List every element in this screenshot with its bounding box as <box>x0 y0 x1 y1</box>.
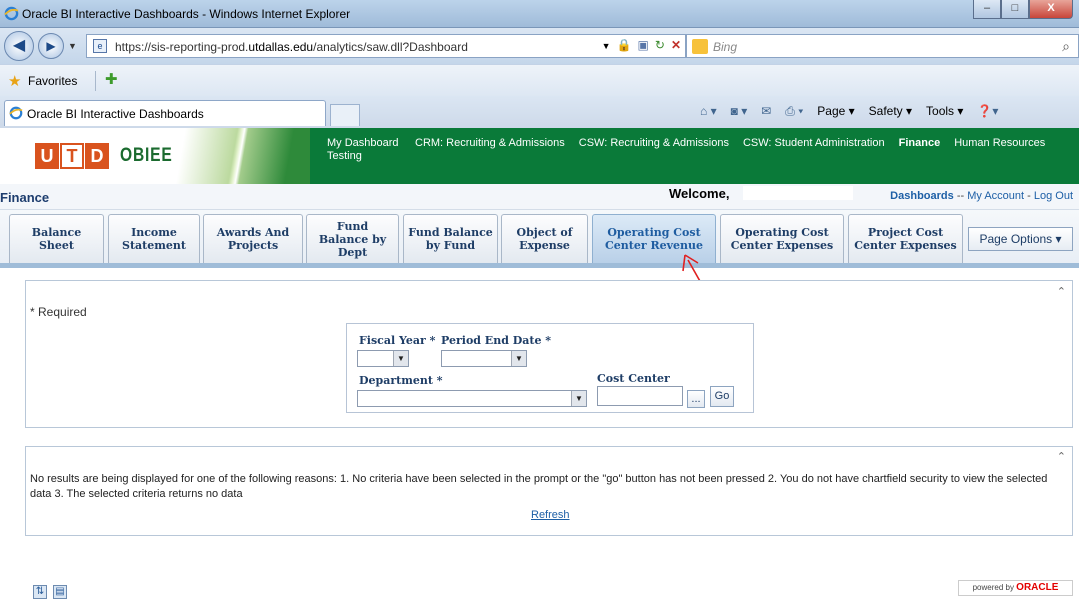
back-icon[interactable]: ◀ <box>4 31 34 61</box>
dashboard-links: My Dashboard Testing CRM: Recruiting & Ad… <box>327 137 1079 163</box>
dashboard-link-2[interactable]: CSW: Recruiting & Admissions <box>579 137 729 163</box>
utd-logo: U T D OBIEE <box>0 128 310 184</box>
fiscal-year-label: Fiscal Year * <box>359 334 436 347</box>
window-title: Oracle BI Interactive Dashboards - Windo… <box>22 7 351 21</box>
powered-by-oracle-logo: powered by ORACLE <box>958 580 1073 596</box>
collapse-icon[interactable]: ⌃ <box>1057 450 1066 463</box>
stop-icon[interactable]: ✕ <box>671 38 681 54</box>
cost-center-input[interactable] <box>597 386 683 406</box>
logo-letter-t: T <box>60 143 84 169</box>
address-bar[interactable]: e https://sis-reporting-prod.utdallas.ed… <box>86 34 686 58</box>
bing-icon <box>692 39 708 54</box>
dashboard-link-1[interactable]: CRM: Recruiting & Admissions <box>415 137 565 163</box>
product-name: OBIEE <box>120 145 173 166</box>
page-tabs: Page Options ▾ Balance Sheet Income State… <box>0 210 1079 268</box>
dashboard-link-5[interactable]: Human Resources <box>954 137 1045 163</box>
favorites-star-icon[interactable]: ★ <box>8 72 21 90</box>
search-box[interactable]: Bing ⌕ <box>686 34 1079 58</box>
favorites-bar: ★ Favorites ✚ <box>0 64 1079 96</box>
dashboard-link-0[interactable]: My Dashboard Testing <box>327 137 401 163</box>
section-title: Finance <box>0 190 50 205</box>
close-window-button[interactable]: X <box>1029 0 1073 19</box>
browse-button[interactable]: ... <box>687 390 705 408</box>
add-favorite-icon[interactable]: ✚ <box>105 70 123 88</box>
search-placeholder: Bing <box>713 40 738 54</box>
chevron-down-icon: ▼ <box>571 391 586 406</box>
forward-icon[interactable]: ▶ <box>38 33 64 59</box>
home-icon[interactable]: ⌂ ▾ <box>700 104 717 119</box>
no-results-message: No results are being displayed for one o… <box>30 473 1048 500</box>
department-label: Department * <box>359 374 443 387</box>
navigation-bar: ◀ ▶ ▼ e https://sis-reporting-prod.utdal… <box>0 28 1079 64</box>
page-tab-7[interactable]: Operating Cost Center Expenses <box>720 214 844 263</box>
lock-icon[interactable]: 🔒 <box>617 38 632 54</box>
logo-letter-u: U <box>35 143 59 169</box>
department-select[interactable]: ▼ <box>357 390 587 407</box>
welcome-text: Welcome, <box>669 186 730 201</box>
cost-center-label: Cost Center <box>597 372 670 385</box>
dashboard-link-3[interactable]: CSW: Student Administration <box>743 137 885 163</box>
ie-icon <box>4 6 19 21</box>
prompt-section: ⌃ * Required Fiscal Year * Period End Da… <box>25 280 1073 428</box>
help-icon[interactable]: ❓▾ <box>977 104 998 119</box>
refresh-page-icon[interactable]: ⇅ <box>33 585 47 599</box>
feeds-icon[interactable]: ◙ ▾ <box>731 104 748 119</box>
dropdown-chevron-icon[interactable]: ▼ <box>602 38 611 54</box>
period-end-date-select[interactable]: ▼ <box>441 350 527 367</box>
page-tab-0[interactable]: Balance Sheet <box>9 214 104 263</box>
page-tab-6[interactable]: Operating Cost Center Revenue <box>592 214 716 263</box>
separator: - <box>1027 190 1031 202</box>
dashboard-subheader: Finance Welcome, Dashboards -- My Accoun… <box>0 184 1079 210</box>
safety-menu[interactable]: Safety ▾ <box>869 104 912 119</box>
chevron-down-icon: ▼ <box>511 351 526 366</box>
recent-pages-chevron-icon[interactable]: ▼ <box>68 41 77 51</box>
fiscal-year-select[interactable]: ▼ <box>357 350 409 367</box>
search-icon[interactable]: ⌕ <box>1062 38 1070 55</box>
maximize-button[interactable]: □ <box>1001 0 1029 19</box>
logo-letter-d: D <box>85 143 109 169</box>
results-section: ⌃ No results are being displayed for one… <box>25 446 1073 536</box>
page-icon: e <box>93 39 107 53</box>
period-end-date-label: Period End Date * <box>441 334 552 347</box>
chevron-down-icon: ▼ <box>393 351 408 366</box>
ie-tab-icon <box>9 106 23 120</box>
page-tab-5[interactable]: Object of Expense <box>501 214 588 263</box>
collapse-icon[interactable]: ⌃ <box>1057 285 1066 298</box>
tools-menu[interactable]: Tools ▾ <box>926 104 963 119</box>
refresh-link[interactable]: Refresh <box>531 509 570 521</box>
dashboards-link[interactable]: Dashboards <box>890 190 954 202</box>
separator: -- <box>956 190 965 202</box>
page-tab-8[interactable]: Project Cost Center Expenses <box>848 214 963 263</box>
page-tab-2[interactable]: Awards And Projects <box>203 214 303 263</box>
command-bar: ⌂ ▾ ◙ ▾ ✉ ⎙ ▾ Page ▾ Safety ▾ Tools ▾ ❓▾ <box>700 104 998 119</box>
dashboard-link-4[interactable]: Finance <box>899 137 941 163</box>
browser-tab-label: Oracle BI Interactive Dashboards <box>27 107 204 121</box>
page-tab-4[interactable]: Fund Balance by Fund <box>403 214 498 263</box>
page-tab-1[interactable]: Income Statement <box>108 214 200 263</box>
print-icon[interactable]: ⎙ ▾ <box>785 104 803 119</box>
mail-icon[interactable]: ✉ <box>761 104 771 119</box>
compatibility-view-icon[interactable]: ▣ <box>638 38 649 54</box>
page-menu[interactable]: Page ▾ <box>817 104 854 119</box>
address-url: https://sis-reporting-prod.utdallas.edu/… <box>115 40 468 54</box>
go-button[interactable]: Go <box>710 386 734 407</box>
window-titlebar: Oracle BI Interactive Dashboards - Windo… <box>0 0 1079 28</box>
required-note: * Required <box>30 305 87 319</box>
favorites-button[interactable]: Favorites <box>28 74 77 88</box>
refresh-icon[interactable]: ↻ <box>655 38 665 54</box>
printable-page-icon[interactable]: ▤ <box>53 585 67 599</box>
page-options-button[interactable]: Page Options ▾ <box>968 227 1073 251</box>
page-tab-3[interactable]: Fund Balance by Dept <box>306 214 399 263</box>
redacted-username <box>743 186 853 200</box>
prompt-box: Fiscal Year * Period End Date * ▼ ▼ Depa… <box>346 323 754 413</box>
my-account-link[interactable]: My Account <box>967 190 1024 202</box>
new-tab-button[interactable] <box>330 104 360 126</box>
log-out-link[interactable]: Log Out <box>1034 190 1073 202</box>
browser-tab-obiee[interactable]: Oracle BI Interactive Dashboards <box>4 100 326 126</box>
minimize-button[interactable]: – <box>973 0 1001 19</box>
